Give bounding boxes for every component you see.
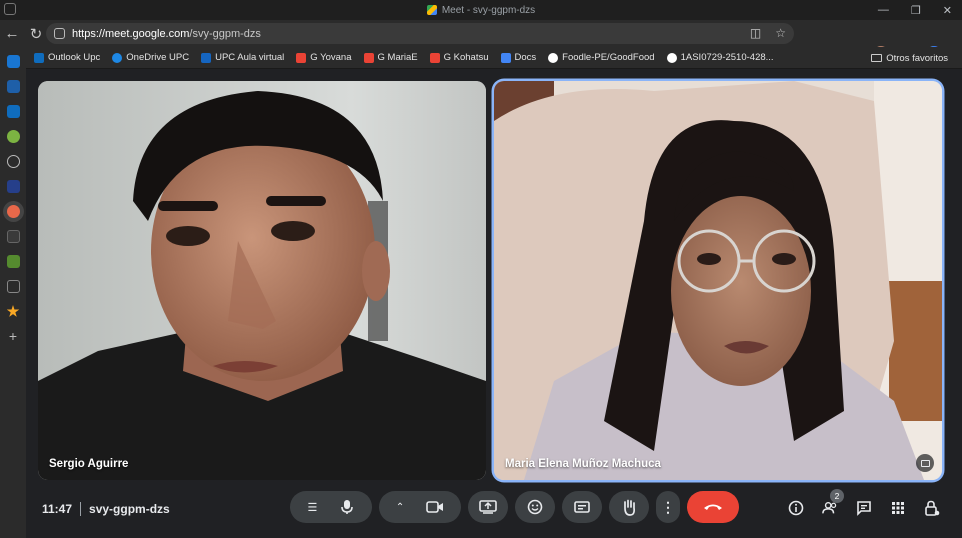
- participant-tile-active-speaker[interactable]: Maria Elena Muñoz Machuca: [494, 81, 942, 480]
- meet-stage: Sergio Aguirre Maria Elena Muñoz Machuca…: [26, 69, 962, 538]
- sidebar-app-icon[interactable]: [6, 55, 20, 68]
- people-icon[interactable]: [822, 500, 838, 516]
- sidebar-star-icon[interactable]: [6, 305, 20, 317]
- sidebar-outlook-icon[interactable]: [6, 105, 20, 118]
- hang-up-icon: [704, 504, 722, 510]
- present-screen-button[interactable]: [468, 491, 508, 523]
- sidebar-globe-icon[interactable]: [6, 155, 20, 168]
- meeting-time: 11:47: [42, 502, 73, 516]
- participant-tile[interactable]: Sergio Aguirre: [38, 81, 486, 480]
- sidebar-app-icon[interactable]: [6, 130, 20, 143]
- captions-button[interactable]: [562, 491, 602, 523]
- participant-name: Sergio Aguirre: [49, 458, 129, 470]
- browser-sidebar: +: [0, 47, 26, 538]
- captions-icon: [574, 501, 590, 513]
- hand-icon: [624, 499, 636, 516]
- bookmark-aula-virtual[interactable]: UPC Aula virtual: [201, 52, 284, 63]
- restore-icon[interactable]: ❐: [911, 4, 921, 17]
- window-title: Meet - svy-ggpm-dzs: [441, 4, 536, 16]
- address-bar[interactable]: https://meet.google.com /svy-ggpm-dzs ◫ …: [46, 23, 794, 44]
- sidebar-meet-icon[interactable]: [6, 205, 20, 218]
- tile-options-button[interactable]: [916, 454, 934, 472]
- host-controls-lock-icon[interactable]: [924, 500, 940, 516]
- side-panel-controls: [788, 500, 940, 516]
- docs-icon: [500, 52, 511, 63]
- chevron-up-icon[interactable]: ⌃: [396, 502, 404, 513]
- chat-icon[interactable]: [856, 500, 872, 516]
- meeting-code: svy-ggpm-dzs: [89, 502, 170, 516]
- address-bar-row: ← ↻ https://meet.google.com /svy-ggpm-dz…: [0, 20, 962, 62]
- github-icon: [666, 52, 677, 63]
- minimize-icon[interactable]: —: [878, 4, 889, 16]
- sidebar-app-icon[interactable]: [6, 280, 20, 293]
- participant-name: Maria Elena Muñoz Machuca: [505, 458, 661, 470]
- bookmark-onedrive[interactable]: OneDrive UPC: [112, 52, 189, 63]
- picture-in-picture-icon: [920, 459, 930, 467]
- participant-video: [38, 81, 486, 480]
- microphone-icon[interactable]: [340, 499, 354, 515]
- meeting-details-icon[interactable]: [788, 500, 804, 516]
- leave-call-button[interactable]: [687, 491, 739, 523]
- audio-settings-icon[interactable]: ☰: [308, 501, 318, 514]
- url-host: https://meet.google.com: [72, 27, 190, 40]
- sidebar-app-icon[interactable]: [6, 255, 20, 268]
- gmail-icon: [429, 52, 440, 63]
- divider: [80, 502, 82, 516]
- more-vert-icon: ⋮: [661, 498, 675, 515]
- bookmarks-bar: Outlook Upc OneDrive UPC UPC Aula virtua…: [26, 47, 962, 69]
- reload-icon[interactable]: ↻: [24, 22, 48, 46]
- aula-virtual-icon: [201, 52, 212, 63]
- participant-video: [494, 81, 942, 480]
- outlook-icon: [34, 52, 44, 63]
- call-controls: ☰ ⌃ ⋮: [290, 491, 739, 523]
- camera-controls: ⌃: [379, 491, 461, 523]
- other-favorites-folder[interactable]: Otros favoritos: [871, 47, 948, 69]
- sidebar-app-icon[interactable]: [6, 180, 20, 193]
- close-icon[interactable]: ✕: [943, 4, 952, 17]
- folder-icon: [871, 54, 883, 62]
- bookmark-1asi0729[interactable]: 1ASI0729-2510-428...: [666, 52, 774, 63]
- gmail-icon: [363, 52, 374, 63]
- site-info-icon[interactable]: [54, 28, 65, 39]
- raise-hand-button[interactable]: [609, 491, 649, 523]
- activities-icon[interactable]: [890, 500, 906, 516]
- meeting-info: 11:47 svy-ggpm-dzs: [42, 502, 170, 516]
- back-icon[interactable]: ←: [0, 22, 24, 46]
- reactions-button[interactable]: [515, 491, 555, 523]
- tab-actions-icon[interactable]: [4, 3, 16, 15]
- gmail-icon: [296, 52, 307, 63]
- bookmark-gmail-yovana[interactable]: G Yovana: [296, 52, 352, 63]
- onedrive-icon: [112, 52, 123, 63]
- bookmark-docs[interactable]: Docs: [500, 52, 536, 63]
- bookmark-gmail-mariae[interactable]: G MariaE: [363, 52, 418, 63]
- url-path: /svy-ggpm-dzs: [189, 27, 261, 40]
- bookmark-gmail-kohatsu[interactable]: G Kohatsu: [429, 52, 489, 63]
- bookmark-outlook[interactable]: Outlook Upc: [34, 52, 100, 63]
- github-icon: [548, 52, 559, 63]
- window-titlebar: Meet - svy-ggpm-dzs — ❐ ✕: [0, 0, 962, 20]
- camera-in-use-icon[interactable]: ◫: [750, 26, 761, 40]
- bookmark-goodfood[interactable]: Foodle-PE/GoodFood: [548, 52, 655, 63]
- meet-favicon-icon: [426, 5, 437, 15]
- present-screen-icon: [479, 500, 497, 514]
- favorite-star-icon[interactable]: ☆: [775, 26, 786, 40]
- emoji-icon: [527, 499, 543, 515]
- audio-controls: ☰: [290, 491, 372, 523]
- sidebar-add-icon[interactable]: +: [9, 329, 17, 343]
- more-options-button[interactable]: ⋮: [656, 491, 680, 523]
- camera-icon[interactable]: [426, 500, 444, 514]
- meeting-controls-bar: 11:47 svy-ggpm-dzs ☰ ⌃ ⋮ 2: [26, 488, 962, 538]
- sidebar-app-icon[interactable]: [6, 230, 20, 243]
- sidebar-app-icon[interactable]: [6, 80, 20, 93]
